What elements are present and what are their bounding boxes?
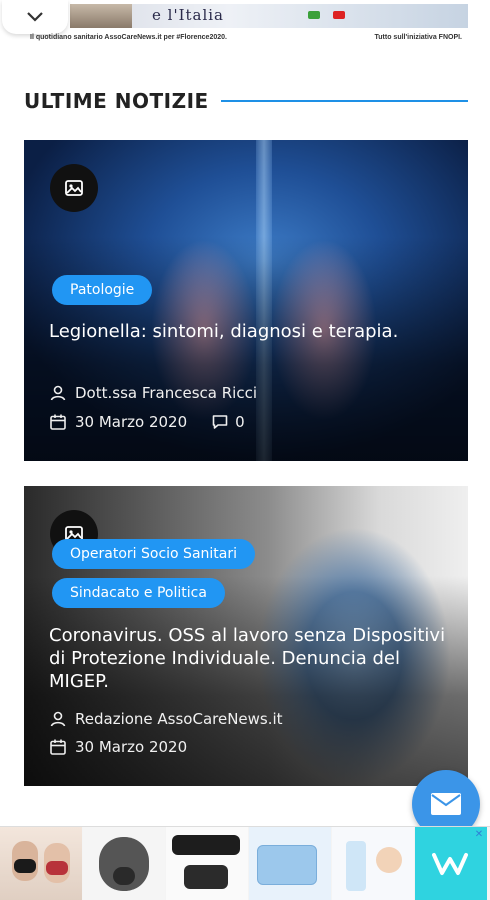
article-card[interactable]: Operatori Socio Sanitari Sindacato e Pol…: [24, 486, 468, 786]
bottom-ad-banner[interactable]: ✕: [0, 826, 490, 900]
article-author: Dott.ssa Francesca Ricci: [49, 384, 257, 402]
image-icon: [50, 164, 98, 212]
article-card[interactable]: Patologie Legionella: sintomi, diagnosi …: [24, 140, 468, 461]
article-author: Redazione AssoCareNews.it: [49, 710, 283, 728]
author-name[interactable]: Dott.ssa Francesca Ricci: [75, 384, 257, 402]
ad-product-surgical-masks[interactable]: [249, 827, 331, 900]
close-icon[interactable]: ✕: [473, 829, 485, 841]
comment-count[interactable]: 0: [211, 413, 245, 431]
category-pill-oss[interactable]: Operatori Socio Sanitari: [52, 539, 256, 569]
flag-icon: [333, 11, 345, 19]
category-pill-sindacato[interactable]: Sindacato e Politica: [52, 578, 225, 608]
ad-filter: [113, 867, 135, 885]
ad-hand: [376, 847, 402, 873]
banner-tagline: e l'Italia: [152, 6, 224, 24]
ad-mask: [14, 859, 36, 873]
collapse-banner-button[interactable]: [2, 0, 68, 34]
mail-icon: [431, 793, 461, 815]
ad-mask: [184, 865, 228, 889]
calendar-icon: [50, 739, 66, 755]
section-header: ULTIME NOTIZIE: [24, 88, 468, 114]
author-name[interactable]: Redazione AssoCareNews.it: [75, 710, 283, 728]
ad-mask: [172, 835, 240, 855]
ad-mask-box: [257, 845, 317, 885]
article-title[interactable]: Coronavirus. OSS al lavoro senza Disposi…: [49, 624, 449, 693]
ad-bottle: [346, 841, 366, 891]
comment-icon: [212, 415, 228, 429]
ad-brand-logo[interactable]: ✕: [415, 827, 487, 900]
article-meta: 30 Marzo 2020: [49, 738, 187, 756]
calendar-icon: [50, 414, 66, 430]
section-divider: [220, 100, 468, 102]
banner-caption-left: Il quotidiano sanitario AssoCareNews.it …: [30, 34, 227, 41]
flag-icon: [308, 11, 320, 19]
top-banner: e l'Italia Il quotidiano sanitario AssoC…: [0, 0, 490, 48]
ad-mask: [46, 861, 68, 875]
article-date: 30 Marzo 2020: [75, 738, 188, 756]
comment-count-value: 0: [235, 413, 245, 431]
ad-product-face-masks[interactable]: [0, 827, 82, 900]
banner-caption-right: Tutto sull'iniziativa FNOPI.: [374, 34, 462, 41]
chevron-down-icon: [27, 12, 43, 22]
wish-logo-icon: [432, 853, 468, 875]
ad-product-sanitizer[interactable]: [332, 827, 414, 900]
banner-portrait: [70, 4, 132, 28]
article-title[interactable]: Legionella: sintomi, diagnosi e terapia.: [49, 320, 449, 343]
article-meta: 30 Marzo 2020 0: [49, 413, 245, 431]
ad-product-black-masks[interactable]: [166, 827, 248, 900]
section-title: ULTIME NOTIZIE: [24, 89, 209, 113]
user-icon: [50, 385, 66, 401]
user-icon: [50, 711, 66, 727]
article-date: 30 Marzo 2020: [75, 413, 188, 431]
ad-product-gas-mask[interactable]: [83, 827, 165, 900]
category-pill-patologie[interactable]: Patologie: [52, 275, 153, 305]
banner-ad[interactable]: e l'Italia: [70, 4, 468, 28]
